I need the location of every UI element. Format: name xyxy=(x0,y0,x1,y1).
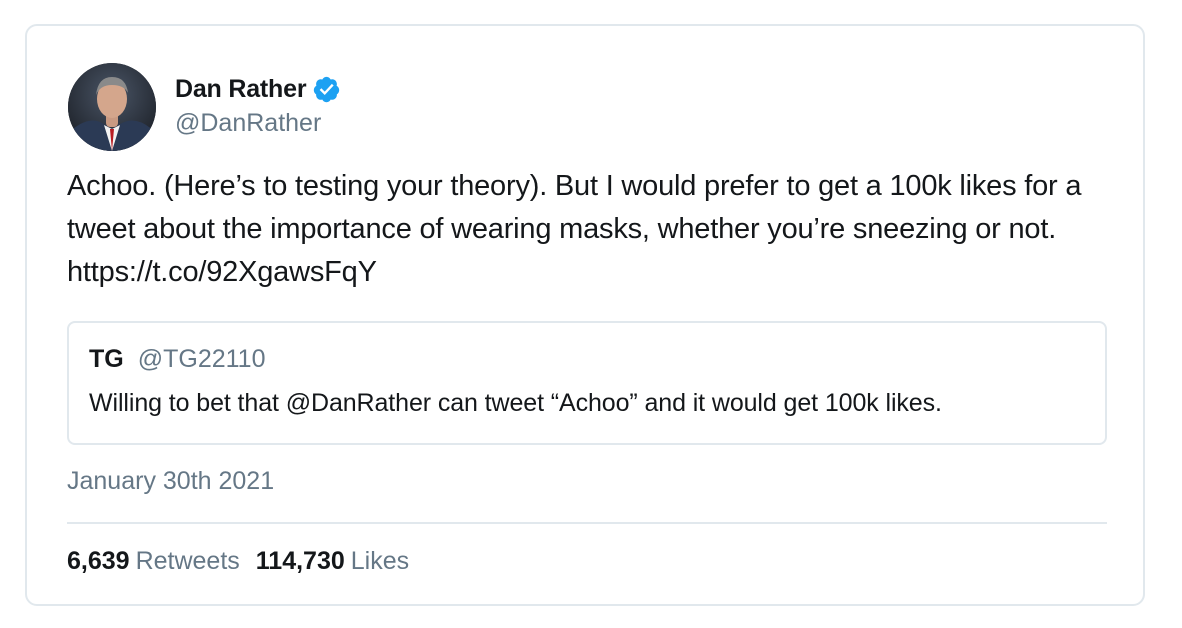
verified-badge-icon xyxy=(312,75,341,104)
quoted-tweet-text: Willing to bet that @DanRather can tweet… xyxy=(89,389,942,417)
author-display-name[interactable]: Dan Rather xyxy=(175,75,307,104)
author-name-row[interactable]: Dan Rather xyxy=(175,71,341,107)
quoted-tweet-header: TG @TG22110 xyxy=(89,345,265,374)
tweet-date[interactable]: January 30th 2021 xyxy=(67,467,274,496)
likes-label: Likes xyxy=(350,547,410,575)
likes-stat[interactable]: 114,730 Likes xyxy=(256,547,409,575)
likes-count: 114,730 xyxy=(255,547,345,575)
tweet-stats: 6,639 Retweets 114,730 Likes xyxy=(67,547,409,576)
tweet-card: Dan Rather @DanRather Achoo. (Here’s to … xyxy=(25,24,1145,606)
divider xyxy=(67,522,1107,524)
profile-photo xyxy=(68,63,156,151)
author-handle[interactable]: @DanRather xyxy=(175,109,321,138)
retweets-count: 6,639 xyxy=(67,547,130,575)
retweets-stat[interactable]: 6,639 Retweets xyxy=(67,547,240,575)
retweets-label: Retweets xyxy=(135,547,240,575)
tweet-text: Achoo. (Here’s to testing your theory). … xyxy=(67,170,1082,288)
avatar[interactable] xyxy=(68,63,156,151)
quoted-author-name: TG xyxy=(89,345,124,373)
quoted-author-handle: @TG22110 xyxy=(137,345,266,373)
quoted-tweet[interactable]: TG @TG22110 Willing to bet that @DanRathe… xyxy=(67,321,1107,445)
